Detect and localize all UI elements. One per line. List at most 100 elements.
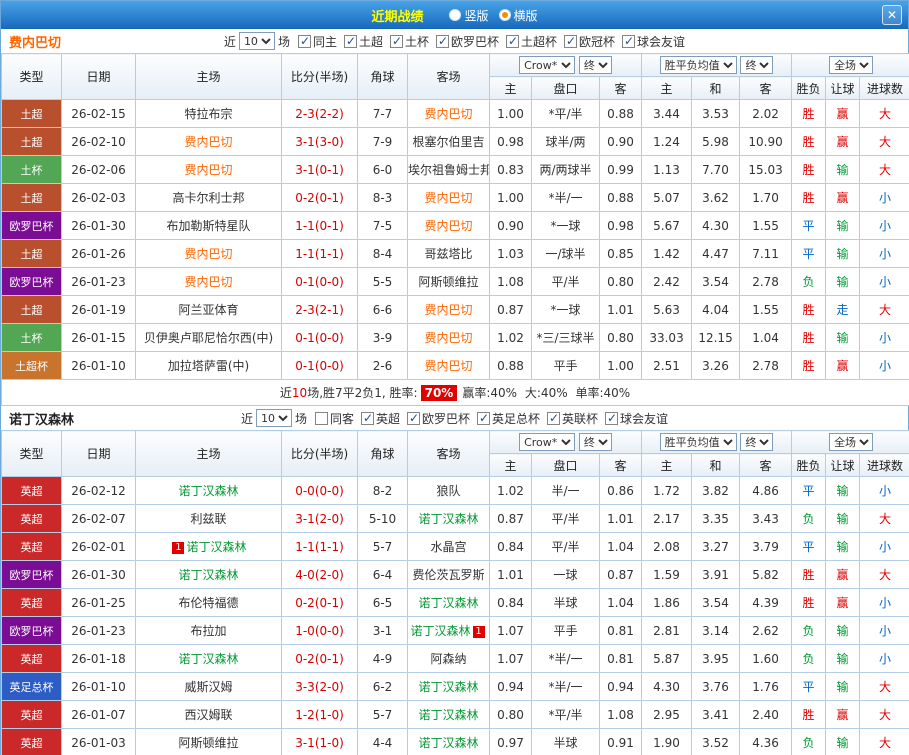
filter-toggle[interactable]: 土超 [343, 33, 383, 50]
home-team[interactable]: 费内巴切 [135, 267, 282, 296]
home-team[interactable]: 诺丁汉森林 [135, 560, 282, 589]
filter-label: 土超杯 [521, 34, 558, 49]
away-team[interactable]: 狼队 [407, 476, 490, 505]
scope-select[interactable]: 全场 [829, 433, 874, 451]
home-team[interactable]: 阿兰亚体育 [135, 295, 282, 324]
bookmaker-select[interactable]: Crow* [519, 433, 576, 451]
league-badge: 欧罗巴杯 [1, 560, 62, 589]
filter-toggle[interactable]: 土杯 [389, 33, 429, 50]
corner-score: 6-6 [357, 295, 408, 324]
filter-bar: 费内巴切 近 10 场 同主 土超 土杯 欧罗巴杯 土超杯 欧冠杯 球会友谊 [1, 29, 908, 53]
away-team[interactable]: 阿森纳 [407, 644, 490, 673]
final-avg-select[interactable]: 终 [740, 56, 774, 74]
home-team[interactable]: 利兹联 [135, 504, 282, 533]
final-odds-select[interactable]: 终 [578, 56, 612, 74]
scope-select[interactable]: 全场 [829, 56, 874, 74]
home-team[interactable]: 诺丁汉森林 [135, 644, 282, 673]
avg-odds-select[interactable]: 胜平负均值 [659, 56, 737, 74]
summary-prefix: 近 [279, 386, 292, 400]
sub-header-avg-home: 主 [641, 453, 693, 477]
home-team[interactable]: 1 诺丁汉森林 [135, 532, 282, 561]
home-team[interactable]: 诺丁汉森林 [135, 476, 282, 505]
filter-toggle[interactable]: 欧冠杯 [564, 33, 615, 50]
filter-toggle[interactable]: 英联杯 [547, 410, 598, 427]
avg-odds-select[interactable]: 胜平负均值 [659, 433, 737, 451]
away-team[interactable]: 阿斯顿维拉 [407, 267, 490, 296]
final-avg-select[interactable]: 终 [740, 433, 774, 451]
filter-label: 欧罗巴杯 [451, 34, 500, 49]
away-team[interactable]: 诺丁汉森林 [407, 588, 490, 617]
sub-header-home-odds: 主 [489, 453, 532, 477]
league-badge: 土超 [1, 239, 62, 268]
away-team[interactable]: 诺丁汉森林 [407, 672, 490, 701]
result-goals: 大 [859, 155, 909, 184]
filter-toggle[interactable]: 英超 [360, 410, 400, 427]
away-team[interactable]: 哥兹塔比 [407, 239, 490, 268]
final-odds-select[interactable]: 终 [578, 433, 612, 451]
away-team[interactable]: 埃尔祖鲁姆士邦 [407, 155, 490, 184]
home-team[interactable]: 西汉姆联 [135, 700, 282, 729]
home-team[interactable]: 特拉布宗 [135, 99, 282, 128]
away-team[interactable]: 费伦茨瓦罗斯 [407, 560, 490, 589]
corner-score: 5-7 [357, 700, 408, 729]
result-handicap: 输 [825, 616, 861, 645]
away-team[interactable]: 费内巴切 [407, 351, 490, 380]
filter-toggle[interactable]: 英足总杯 [477, 410, 540, 427]
away-team[interactable]: 费内巴切 [407, 323, 490, 352]
away-team[interactable]: 根塞尔伯里吉 [407, 127, 490, 156]
away-team[interactable]: 诺丁汉森林 [407, 504, 490, 533]
scope-group-header: 全场 [791, 53, 909, 77]
home-team[interactable]: 高卡尔利士邦 [135, 183, 282, 212]
close-icon[interactable]: ✕ [882, 5, 902, 25]
away-team[interactable]: 诺丁汉森林 [407, 728, 490, 755]
home-team[interactable]: 费内巴切 [135, 127, 282, 156]
away-team[interactable]: 费内巴切 [407, 295, 490, 324]
home-team[interactable]: 加拉塔萨雷(中) [135, 351, 282, 380]
result-handicap: 输 [825, 239, 861, 268]
corner-score: 6-2 [357, 672, 408, 701]
home-team[interactable]: 贝伊奥卢耶尼恰尔西(中) [135, 323, 282, 352]
away-team[interactable]: 费内巴切 [407, 211, 490, 240]
match-count-select[interactable]: 10 [255, 409, 292, 427]
away-team[interactable]: 诺丁汉森林 1 [407, 616, 490, 645]
filter-toggle[interactable]: 同主 [297, 33, 337, 50]
home-team[interactable]: 费内巴切 [135, 239, 282, 268]
result-handicap: 赢 [825, 183, 861, 212]
result-handicap: 输 [825, 672, 861, 701]
filter-toggle[interactable]: 同客 [314, 410, 354, 427]
table-header: 类型 日期 主场 比分(半场) 角球 客场 Crow* 终 胜平负均值 终 全场… [1, 430, 909, 477]
result-goals: 小 [859, 239, 909, 268]
table-row: 英超 26-01-25 布伦特福德 0-2(0-1) 6-5 诺丁汉森林 0.84 半球 1.0… [1, 588, 909, 617]
bookmaker-select[interactable]: Crow* [519, 56, 576, 74]
filter-toggle[interactable]: 球会友谊 [622, 33, 685, 50]
home-team[interactable]: 费内巴切 [135, 155, 282, 184]
filter-toggle[interactable]: 欧罗巴杯 [436, 33, 499, 50]
filter-toggle[interactable]: 球会友谊 [605, 410, 668, 427]
odds-home: 0.84 [489, 532, 532, 561]
sub-header-avg-draw: 和 [691, 453, 741, 477]
radio-horizontal-layout[interactable] [498, 9, 511, 21]
radio-vertical-layout[interactable] [449, 9, 462, 21]
home-team[interactable]: 布伦特福德 [135, 588, 282, 617]
home-team[interactable]: 阿斯顿维拉 [135, 728, 282, 755]
away-team[interactable]: 费内巴切 [407, 99, 490, 128]
odds-away: 1.04 [598, 588, 643, 617]
col-header-date: 日期 [61, 430, 136, 477]
handicap-line: 平/半 [531, 504, 600, 533]
away-team[interactable]: 诺丁汉森林 [407, 700, 490, 729]
filter-toggle[interactable]: 土超杯 [506, 33, 557, 50]
sub-header-avg-away: 客 [739, 453, 793, 477]
match-count-select[interactable]: 10 [238, 32, 275, 50]
odds-home: 1.00 [489, 183, 532, 212]
table-row: 英超 26-01-18 诺丁汉森林 0-2(0-1) 4-9 阿森纳 1.07 *半/一 0.8… [1, 644, 909, 673]
filter-toggle[interactable]: 欧罗巴杯 [407, 410, 470, 427]
home-team[interactable]: 威斯汉姆 [135, 672, 282, 701]
home-team[interactable]: 布加勒斯特星队 [135, 211, 282, 240]
summary-text: 场,胜7平2负1, 胜率: [307, 386, 418, 400]
away-team[interactable]: 水晶宫 [407, 532, 490, 561]
result-outcome: 平 [791, 532, 827, 561]
away-team[interactable]: 费内巴切 [407, 183, 490, 212]
near-label: 近 [240, 411, 253, 426]
result-goals: 小 [859, 351, 909, 380]
home-team[interactable]: 布拉加 [135, 616, 282, 645]
